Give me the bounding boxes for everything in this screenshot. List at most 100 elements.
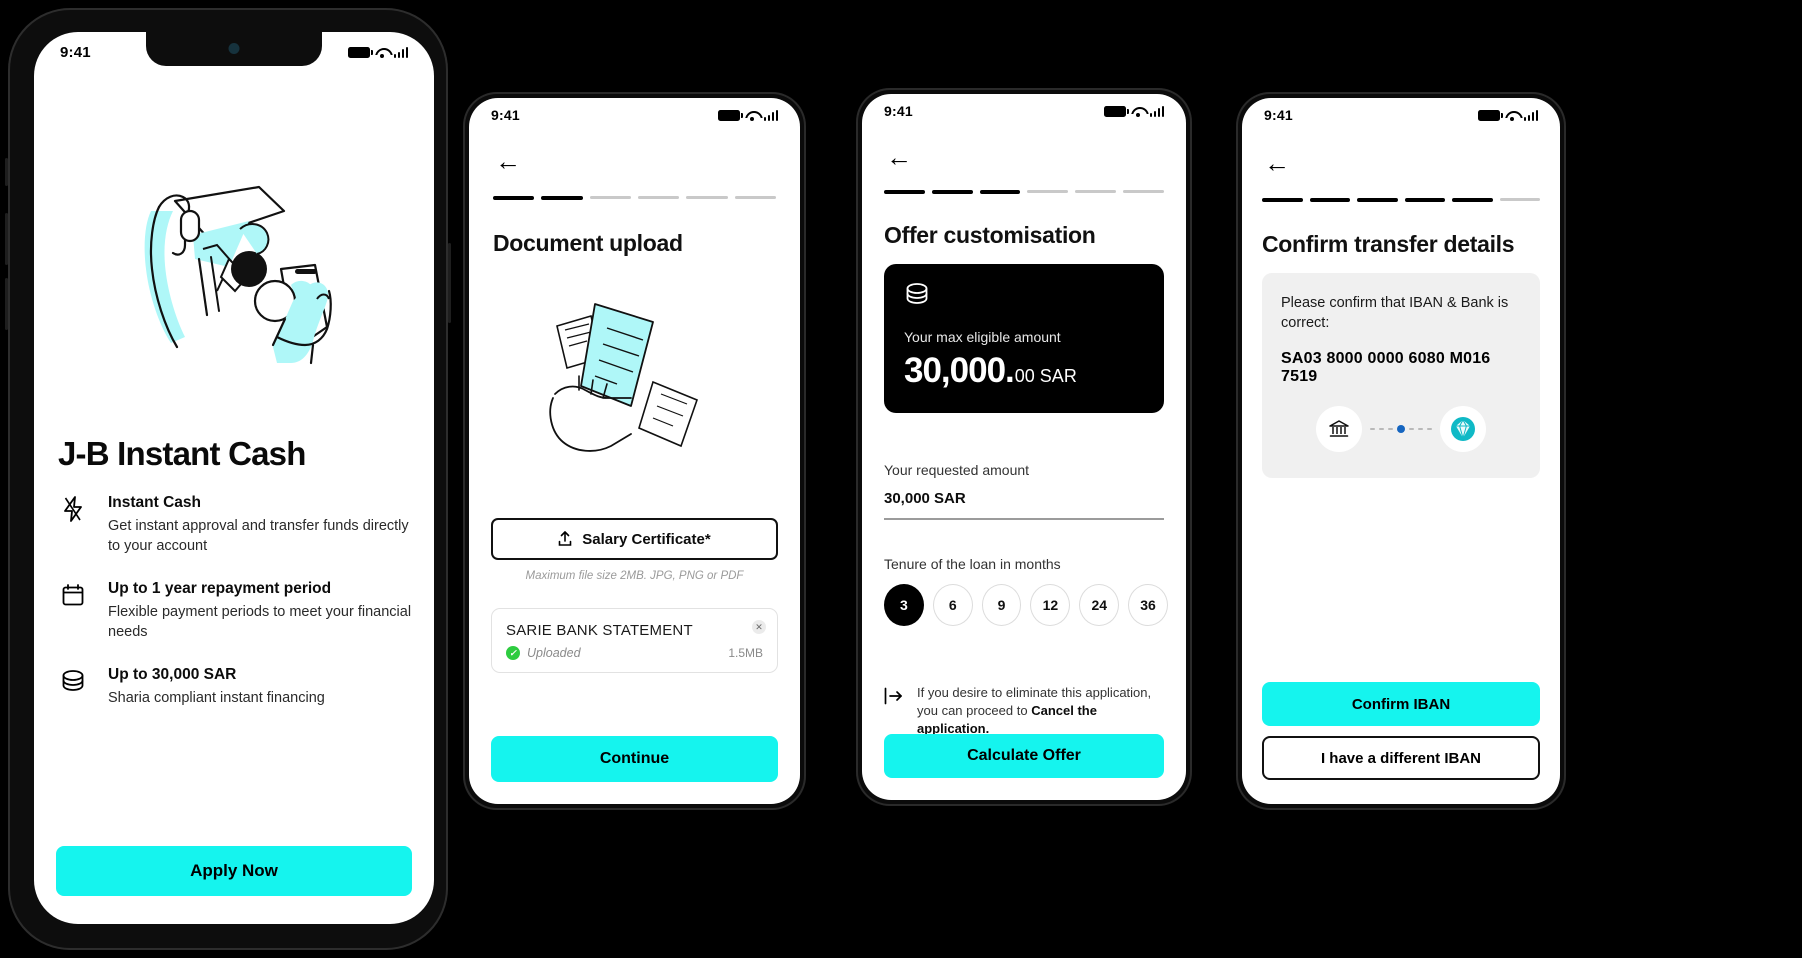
max-amount-value: 30,000. 00 SAR <box>904 351 1144 391</box>
signal-icon <box>1523 109 1538 121</box>
iban-confirmation-card: Please confirm that IBAN & Bank is corre… <box>1262 273 1540 478</box>
max-eligible-amount-card: Your max eligible amount 30,000. 00 SAR <box>884 264 1164 413</box>
tenure-chip-3[interactable]: 3 <box>884 584 924 626</box>
progress-step <box>493 196 535 200</box>
battery-icon <box>1103 105 1129 117</box>
check-icon: ✓ <box>506 646 520 660</box>
continue-button[interactable]: Continue <box>491 736 778 782</box>
progress-step <box>1262 198 1303 202</box>
feature-body: Sharia compliant instant financing <box>108 690 325 707</box>
phone-screen-1: 9:41 J-B Instant Cash Instant Cash Get i… <box>34 32 434 924</box>
progress-step <box>1123 190 1164 193</box>
amount-minor: 00 SAR <box>1014 366 1077 386</box>
feature-item: Up to 1 year repayment period Flexible p… <box>58 578 416 642</box>
signal-icon <box>393 46 408 58</box>
apply-now-button[interactable]: Apply Now <box>56 846 412 896</box>
screens-mockup-canvas: 9:41 J-B Instant Cash Instant Cash Get i… <box>0 0 1802 958</box>
upload-salary-certificate-button[interactable]: Salary Certificate* <box>491 518 778 560</box>
tenure-chip-36[interactable]: 36 <box>1128 584 1168 626</box>
feature-heading: Instant Cash <box>108 494 202 511</box>
hero-illustration-hands <box>34 124 434 424</box>
phone-frame-4: 9:41 ← Confirm transfer details Please c… <box>1236 92 1566 810</box>
phone-screen-2: 9:41 ← Document upload Salary Certificat… <box>469 98 800 804</box>
wifi-icon <box>1505 110 1519 121</box>
battery-icon <box>717 109 743 121</box>
file-size: 1.5MB <box>728 646 763 660</box>
progress-step <box>1075 190 1117 193</box>
back-button[interactable]: ← <box>493 146 523 176</box>
upload-hint-text: Maximum file size 2MB. JPG, PNG or PDF <box>525 570 744 582</box>
tenure-chip-12[interactable]: 12 <box>1030 584 1071 626</box>
status-bar-3: 9:41 <box>862 94 1186 128</box>
battery-icon <box>1477 109 1503 121</box>
file-status-label: Uploaded <box>527 646 581 660</box>
progress-step <box>541 196 583 200</box>
tenure-chip-group: 3 6 9 12 24 36 <box>884 584 1168 626</box>
feature-list: Instant Cash Get instant approval and tr… <box>58 492 416 731</box>
cancel-application-text: If you desire to eliminate this applicat… <box>917 684 1164 739</box>
battery-icon <box>347 46 373 58</box>
status-icons <box>717 109 778 121</box>
confirm-iban-button[interactable]: Confirm IBAN <box>1262 682 1540 726</box>
wifi-icon <box>375 47 389 58</box>
tenure-chip-6[interactable]: 6 <box>932 584 973 626</box>
phone-frame-2: 9:41 ← Document upload Salary Certificat… <box>463 92 806 810</box>
progress-step <box>931 190 973 194</box>
phone1-volume-down[interactable] <box>5 278 8 330</box>
feature-heading: Up to 30,000 SAR <box>108 666 237 684</box>
requested-amount-field[interactable]: Your requested amount 30,000 SAR <box>884 462 1164 520</box>
progress-step <box>1357 198 1398 202</box>
step-progress-bar <box>1262 198 1540 202</box>
progress-step <box>734 196 776 199</box>
status-time: 9:41 <box>491 107 520 123</box>
screen4-content: ← Confirm transfer details Please confir… <box>1242 98 1560 804</box>
iban-note: Please confirm that IBAN & Bank is corre… <box>1281 295 1509 332</box>
back-button[interactable]: ← <box>1262 148 1292 178</box>
page-title: J-B Instant Cash <box>58 435 306 472</box>
progress-step <box>884 190 925 194</box>
wifi-icon <box>745 110 759 121</box>
tenure-chip-9[interactable]: 9 <box>981 584 1022 626</box>
tenure-chip-24[interactable]: 24 <box>1079 584 1120 626</box>
cancel-application-row[interactable]: If you desire to eliminate this applicat… <box>884 684 1164 739</box>
requested-amount-label: Your requested amount <box>884 462 1030 478</box>
progress-step <box>1309 198 1350 202</box>
wifi-icon <box>1131 106 1145 117</box>
amount-major: 30,000. <box>904 351 1015 390</box>
field-underline <box>884 518 1164 520</box>
progress-step <box>686 196 728 199</box>
step-progress-bar <box>493 196 776 200</box>
phone-frame-3: 9:41 ← Offer customisation Your max elig… <box>856 88 1192 806</box>
tenure-label: Tenure of the loan in months <box>884 556 1061 572</box>
phone1-notch <box>146 32 322 66</box>
different-iban-button[interactable]: I have a different IBAN <box>1262 736 1540 780</box>
status-time: 9:41 <box>884 103 913 119</box>
back-button[interactable]: ← <box>884 142 914 172</box>
phone-screen-4: 9:41 ← Confirm transfer details Please c… <box>1242 98 1560 804</box>
progress-step <box>1499 198 1540 201</box>
close-icon[interactable]: ✕ <box>752 620 766 634</box>
upload-button-label: Salary Certificate* <box>582 530 711 548</box>
feature-body: Flexible payment periods to meet your fi… <box>108 604 412 640</box>
max-amount-label: Your max eligible amount <box>904 329 1061 345</box>
flow-connector <box>1370 424 1432 433</box>
status-bar-2: 9:41 <box>469 98 800 132</box>
file-name: SARIE BANK STATEMENT <box>506 622 693 639</box>
phone1-mute-switch[interactable] <box>5 158 8 186</box>
status-time: 9:41 <box>60 43 91 61</box>
signal-icon <box>1149 105 1164 117</box>
status-icons <box>347 46 408 58</box>
screen3-content: ← Offer customisation Your max eligible … <box>862 94 1186 800</box>
phone1-power-button[interactable] <box>448 243 451 323</box>
phone1-volume-up[interactable] <box>5 213 8 265</box>
status-icons <box>1103 105 1164 117</box>
status-icons <box>1477 109 1538 121</box>
iban-number: SA03 8000 0000 6080 M016 7519 <box>1281 349 1491 385</box>
uploaded-file-card[interactable]: ✕ SARIE BANK STATEMENT ✓ Uploaded 1.5MB <box>491 608 778 673</box>
document-illustration <box>469 280 800 492</box>
lightning-icon <box>58 492 88 526</box>
calculate-offer-button[interactable]: Calculate Offer <box>884 734 1164 778</box>
requested-amount-value: 30,000 SAR <box>884 490 966 507</box>
feature-heading: Up to 1 year repayment period <box>108 580 332 598</box>
coins-icon <box>904 282 1144 311</box>
